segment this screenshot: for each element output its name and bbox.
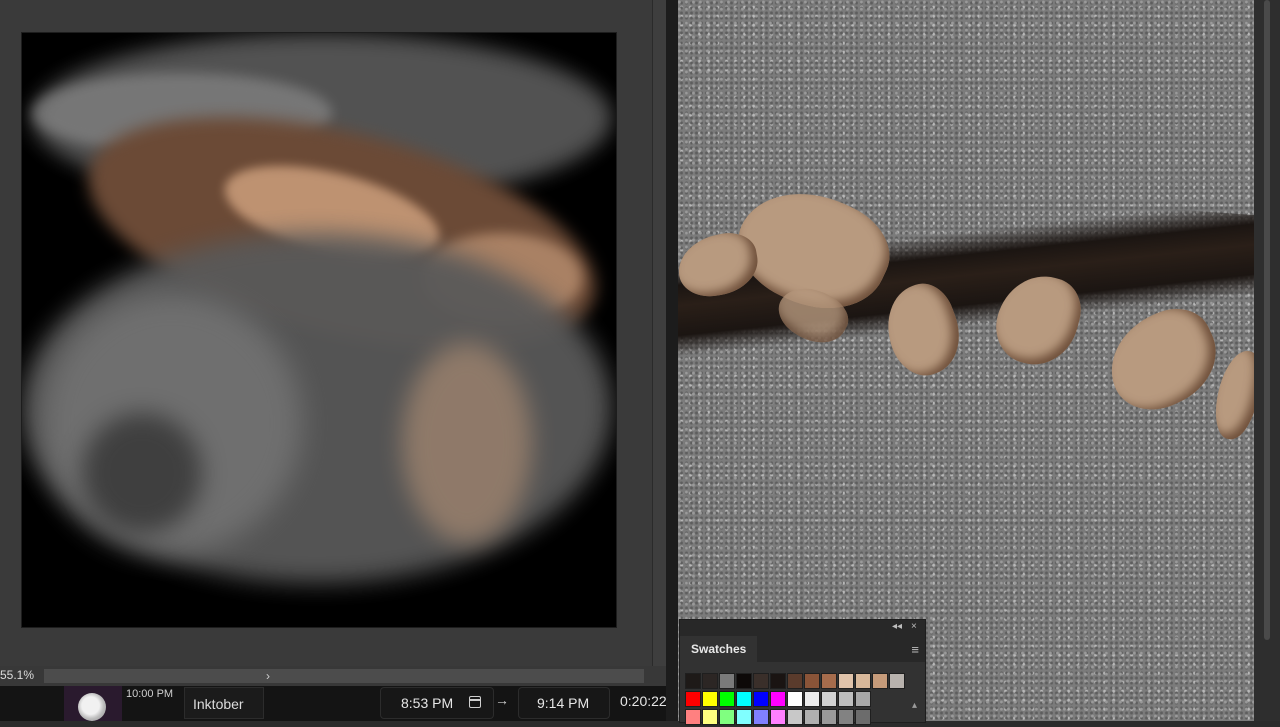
tab-swatches[interactable]: Swatches: [680, 636, 758, 662]
previous-entry-time: 10:00 PM: [126, 688, 174, 700]
color-swatch[interactable]: [719, 709, 735, 725]
paint-stroke: [402, 343, 532, 543]
color-swatch[interactable]: [787, 691, 803, 707]
swatch-row: [685, 673, 909, 689]
swatch-row: [685, 691, 909, 707]
chevron-up-icon[interactable]: ▴: [912, 700, 917, 711]
paint-stroke: [82, 413, 202, 533]
close-icon[interactable]: ×: [911, 621, 917, 632]
collapse-icon[interactable]: ◂◂: [892, 621, 902, 632]
swatch-grid: [685, 673, 909, 727]
scroll-right-arrow-icon[interactable]: ›: [266, 669, 270, 683]
color-swatch[interactable]: [753, 691, 769, 707]
color-swatch[interactable]: [804, 673, 820, 689]
task-name: Inktober: [193, 696, 244, 712]
color-swatch[interactable]: [855, 709, 871, 725]
color-swatch[interactable]: [719, 691, 735, 707]
scrollbar-thumb[interactable]: [1264, 0, 1270, 640]
color-swatch[interactable]: [855, 691, 871, 707]
time-tracker-bar: 10:00 PM Inktober 8:53 PM → 9:14 PM 0:20…: [0, 686, 667, 721]
status-bar: 55.1% ›: [0, 666, 666, 686]
color-swatch[interactable]: [770, 691, 786, 707]
vertical-scrollbar[interactable]: [652, 0, 667, 666]
end-time-field[interactable]: 9:14 PM: [518, 687, 610, 719]
end-time: 9:14 PM: [537, 695, 590, 711]
drawing-canvas[interactable]: [21, 32, 617, 628]
color-swatch[interactable]: [753, 709, 769, 725]
color-swatch[interactable]: [821, 691, 837, 707]
color-swatch[interactable]: [702, 691, 718, 707]
reference-photo: [678, 0, 1254, 721]
color-swatch[interactable]: [736, 709, 752, 725]
color-swatch[interactable]: [838, 709, 854, 725]
color-swatch[interactable]: [838, 691, 854, 707]
color-swatch[interactable]: [685, 709, 701, 725]
color-swatch[interactable]: [804, 709, 820, 725]
calendar-icon[interactable]: [469, 696, 481, 708]
color-swatch[interactable]: [787, 673, 803, 689]
arrow-right-icon: →: [495, 692, 509, 708]
color-swatch[interactable]: [685, 691, 701, 707]
app-logo[interactable]: [64, 686, 122, 721]
horizontal-scrollbar[interactable]: ›: [44, 669, 644, 683]
color-swatch[interactable]: [889, 673, 905, 689]
panel-menu-icon[interactable]: ≡: [911, 642, 919, 657]
color-swatch[interactable]: [838, 673, 854, 689]
color-swatch[interactable]: [736, 691, 752, 707]
color-swatch[interactable]: [855, 673, 871, 689]
color-swatch[interactable]: [736, 673, 752, 689]
color-swatch[interactable]: [753, 673, 769, 689]
color-swatch[interactable]: [770, 709, 786, 725]
app-logo-icon: [78, 693, 106, 721]
panel-divider[interactable]: [666, 0, 678, 721]
document-window: 55.1% ›: [0, 0, 667, 686]
color-swatch[interactable]: [685, 673, 701, 689]
color-swatch[interactable]: [702, 673, 718, 689]
panel-title-bar[interactable]: ◂◂ ×: [680, 620, 925, 636]
color-swatch[interactable]: [702, 709, 718, 725]
color-swatch[interactable]: [821, 673, 837, 689]
color-swatch[interactable]: [787, 709, 803, 725]
start-time: 8:53 PM: [401, 695, 454, 711]
color-swatch[interactable]: [804, 691, 820, 707]
start-time-field[interactable]: 8:53 PM: [380, 687, 494, 719]
task-name-field[interactable]: Inktober: [184, 687, 264, 719]
color-swatch[interactable]: [770, 673, 786, 689]
color-swatch[interactable]: [872, 673, 888, 689]
swatch-row: [685, 709, 909, 725]
color-swatch[interactable]: [821, 709, 837, 725]
duration: 0:20:22: [620, 693, 667, 709]
color-swatch[interactable]: [719, 673, 735, 689]
zoom-level[interactable]: 55.1%: [0, 668, 34, 682]
panel-tab-bar: Swatches ≡: [680, 636, 925, 662]
photo-scrollbar[interactable]: [1254, 0, 1280, 721]
